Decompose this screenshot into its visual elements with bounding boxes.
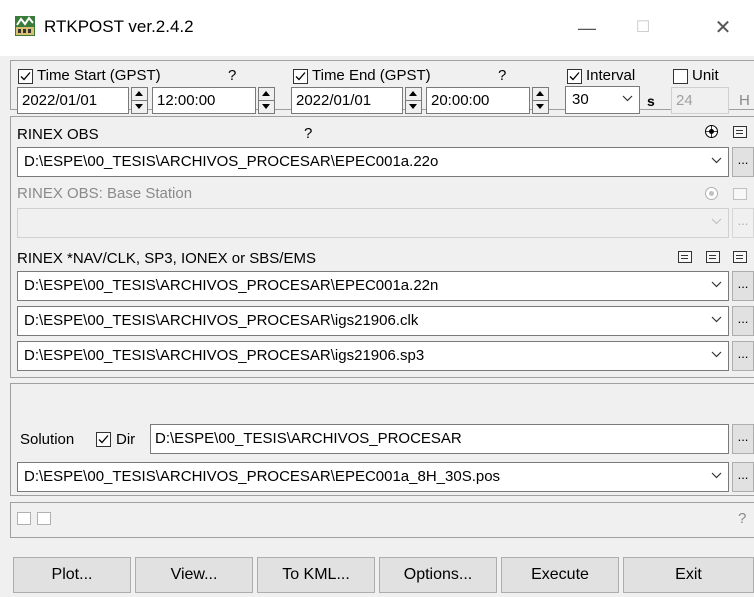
window-title: RTKPOST ver.2.4.2 (44, 17, 194, 36)
interval-select[interactable]: 30 (565, 86, 640, 114)
time-end-help[interactable]: ? (498, 67, 506, 84)
chevron-down-icon (711, 157, 722, 164)
interval-label: Interval (586, 67, 636, 84)
solution-dir-label: Dir (116, 431, 136, 448)
plot-button[interactable]: Plot... (13, 557, 131, 593)
time-start-date-spinner[interactable] (131, 87, 148, 114)
view-button[interactable]: View... (135, 557, 253, 593)
unit-hours-input[interactable]: 24 (671, 87, 729, 114)
nav-view-icon-1[interactable] (678, 251, 692, 263)
rinex-nav-select-1[interactable]: D:\ESPE\00_TESIS\ARCHIVOS_PROCESAR\EPEC0… (17, 271, 729, 301)
rinex-nav-select-2[interactable]: D:\ESPE\00_TESIS\ARCHIVOS_PROCESAR\igs21… (17, 306, 729, 336)
minimize-button[interactable]: — (564, 8, 610, 48)
rinex-nav-browse-button-2[interactable]: ... (732, 306, 754, 336)
rinex-obs-rover-select[interactable]: D:\ESPE\00_TESIS\ARCHIVOS_PROCESAR\EPEC0… (17, 147, 729, 177)
time-start-time-spinner[interactable] (258, 87, 275, 114)
rinex-obs-base-browse-button[interactable]: ... (732, 208, 754, 238)
time-start-date-input[interactable]: 2022/01/01 (17, 87, 129, 114)
rinex-obs-rover-value: D:\ESPE\00_TESIS\ARCHIVOS_PROCESAR\EPEC0… (24, 153, 439, 170)
rinex-nav-value-3: D:\ESPE\00_TESIS\ARCHIVOS_PROCESAR\igs21… (24, 347, 425, 364)
rtkpost-window: RTKPOST ver.2.4.2 — ☐ ✕ Time Start (GPST… (0, 0, 754, 597)
title-bar[interactable]: RTKPOST ver.2.4.2 — ☐ ✕ (0, 0, 754, 56)
rover-map-icon[interactable] (704, 124, 719, 143)
time-start-help[interactable]: ? (228, 67, 236, 84)
nav-view-icon-3[interactable] (733, 251, 747, 263)
solution-output-select[interactable]: D:\ESPE\00_TESIS\ARCHIVOS_PROCESAR\EPEC0… (17, 462, 729, 492)
time-end-time-input[interactable]: 20:00:00 (426, 87, 530, 114)
interval-checkbox[interactable] (567, 69, 582, 84)
unit-hours-suffix: H (739, 92, 750, 109)
spin-down-icon[interactable] (132, 100, 147, 112)
rinex-nav-select-3[interactable]: D:\ESPE\00_TESIS\ARCHIVOS_PROCESAR\igs21… (17, 341, 729, 371)
solution-dir-checkbox[interactable] (96, 432, 111, 447)
chevron-down-icon (711, 472, 722, 479)
base-map-icon[interactable] (704, 186, 719, 205)
exit-button[interactable]: Exit (623, 557, 754, 593)
unit-label: Unit (692, 67, 719, 84)
to-kml-button[interactable]: To KML... (257, 557, 375, 593)
rinex-nav-label: RINEX *NAV/CLK, SP3, IONEX or SBS/EMS (17, 250, 316, 267)
close-button[interactable]: ✕ (700, 8, 746, 48)
status-indicator-1 (17, 512, 31, 525)
time-end-label: Time End (GPST) (312, 67, 431, 84)
rinex-obs-help[interactable]: ? (304, 125, 312, 142)
rinex-obs-base-select[interactable] (17, 208, 729, 238)
rinex-nav-browse-button-1[interactable]: ... (732, 271, 754, 301)
time-end-checkbox[interactable] (293, 69, 308, 84)
rinex-nav-value-1: D:\ESPE\00_TESIS\ARCHIVOS_PROCESAR\EPEC0… (24, 277, 439, 294)
solution-dir-browse-button[interactable]: ... (732, 424, 754, 454)
rinex-obs-label: RINEX OBS (17, 126, 99, 143)
solution-output-browse-button[interactable]: ... (732, 462, 754, 492)
solution-label: Solution (20, 431, 75, 448)
interval-value: 30 (572, 91, 589, 108)
nav-view-icon-2[interactable] (706, 251, 720, 263)
options-button[interactable]: Options... (379, 557, 497, 593)
execute-button[interactable]: Execute (501, 557, 619, 593)
time-start-time-input[interactable]: 12:00:00 (152, 87, 256, 114)
rinex-nav-browse-button-3[interactable]: ... (732, 341, 754, 371)
rinex-obs-base-label: RINEX OBS: Base Station (17, 185, 193, 202)
status-frame (10, 502, 754, 538)
unit-checkbox[interactable] (673, 69, 688, 84)
solution-dir-input[interactable]: D:\ESPE\00_TESIS\ARCHIVOS_PROCESAR (150, 424, 729, 454)
rtkpost-app-icon (14, 15, 36, 37)
time-start-label: Time Start (GPST) (37, 67, 161, 84)
chevron-down-icon (622, 95, 633, 102)
time-end-time-spinner[interactable] (532, 87, 549, 114)
chevron-down-icon (711, 281, 722, 288)
rinex-obs-rover-browse-button[interactable]: ... (732, 147, 754, 177)
time-end-date-spinner[interactable] (405, 87, 422, 114)
time-end-date-input[interactable]: 2022/01/01 (291, 87, 403, 114)
spin-down-icon[interactable] (259, 100, 274, 112)
spin-down-icon[interactable] (406, 100, 421, 112)
rinex-nav-value-2: D:\ESPE\00_TESIS\ARCHIVOS_PROCESAR\igs21… (24, 312, 419, 329)
chevron-down-icon (711, 351, 722, 358)
interval-unit-label: s (647, 93, 655, 109)
spin-down-icon[interactable] (533, 100, 548, 112)
chevron-down-icon (711, 316, 722, 323)
chevron-down-icon (711, 218, 722, 225)
rover-view-icon[interactable] (733, 126, 747, 138)
maximize-button[interactable]: ☐ (620, 8, 666, 48)
time-start-checkbox[interactable] (18, 69, 33, 84)
status-indicator-2 (37, 512, 51, 525)
status-help[interactable]: ? (738, 510, 746, 527)
base-view-icon[interactable] (733, 188, 747, 200)
solution-output-value: D:\ESPE\00_TESIS\ARCHIVOS_PROCESAR\EPEC0… (24, 468, 501, 485)
